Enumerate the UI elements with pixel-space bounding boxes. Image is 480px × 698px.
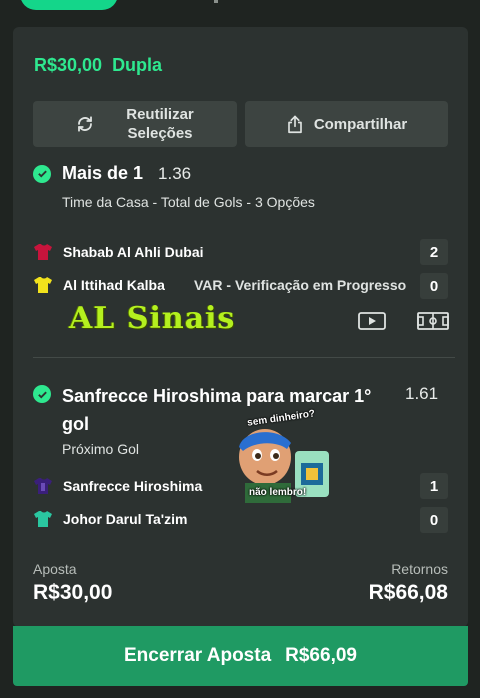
shirt-icon xyxy=(34,277,52,293)
match-status: VAR - Verificação em Progresso xyxy=(194,277,407,293)
top-tab-pill[interactable] xyxy=(20,0,118,10)
reuse-label: Reutilizar Seleções xyxy=(126,105,194,143)
cashout-label: Encerrar Aposta xyxy=(124,645,272,666)
share-button[interactable]: Compartilhar xyxy=(245,101,448,147)
bet-type: Dupla xyxy=(112,55,163,75)
share-icon xyxy=(287,115,302,134)
selection-divider xyxy=(33,357,455,358)
cashout-button[interactable]: Encerrar Aposta R$66,09 xyxy=(13,626,468,686)
selection-2-market: Próximo Gol xyxy=(62,441,140,457)
bet-card: R$30,00 Dupla Reutilizar Seleções Compart… xyxy=(13,27,468,627)
pitch-icon[interactable] xyxy=(417,311,449,331)
selection-2-home-team: Sanfrecce Hiroshima xyxy=(33,476,202,496)
selection-2-away-team: Johor Darul Ta'zim xyxy=(33,509,187,529)
returns-label: Retornos xyxy=(391,561,448,577)
selection-1-home-score: 2 xyxy=(420,239,448,265)
selection-1-odds: 1.36 xyxy=(158,163,192,183)
selection-2-odds: 1.61 xyxy=(405,384,439,403)
meme-sticker: sem dinheiro? não lembro! xyxy=(227,408,337,503)
check-circle-icon xyxy=(33,164,51,183)
selection-2-home-score: 1 xyxy=(420,473,448,499)
watermark-logo: AL Sinais xyxy=(69,301,236,336)
team-name: Johor Darul Ta'zim xyxy=(63,511,188,527)
reuse-selections-button[interactable]: Reutilizar Seleções xyxy=(33,101,237,147)
selection-1-home-team: Shabab Al Ahli Dubai xyxy=(33,242,204,262)
team-name: Al Ittihad Kalba xyxy=(63,277,165,293)
reuse-label-line1: Reutilizar xyxy=(126,106,194,123)
selection-1-away-score: 0 xyxy=(420,273,448,299)
shirt-icon xyxy=(34,478,52,494)
selection-1-header: Mais de 1 1.36 xyxy=(33,163,191,184)
cashout-value: R$66,09 xyxy=(285,645,357,666)
bet-header: R$30,00 Dupla xyxy=(34,55,162,76)
returns-value: R$66,08 xyxy=(368,581,448,604)
team-name: Sanfrecce Hiroshima xyxy=(63,478,203,494)
stake-value: R$30,00 xyxy=(33,581,113,604)
refresh-icon xyxy=(78,116,93,132)
selection-1-market: Time da Casa - Total de Gols - 3 Opções xyxy=(62,194,315,210)
reuse-label-line2: Seleções xyxy=(127,125,193,142)
shirt-icon xyxy=(34,511,52,527)
bet-stake-header: R$30,00 xyxy=(34,55,103,75)
play-video-icon[interactable] xyxy=(358,311,386,331)
selection-1-away-team: Al Ittihad Kalba xyxy=(33,275,165,295)
sticker-bottom-text: não lembro! xyxy=(249,487,307,498)
check-circle-icon xyxy=(33,385,51,403)
selection-1-title: Mais de 1 xyxy=(62,163,144,183)
selection-2-away-score: 0 xyxy=(420,507,448,533)
shirt-icon xyxy=(34,244,52,260)
top-tab-fragment xyxy=(214,0,218,3)
team-name: Shabab Al Ahli Dubai xyxy=(63,244,204,260)
share-label: Compartilhar xyxy=(313,115,408,133)
stake-label: Aposta xyxy=(33,561,77,577)
